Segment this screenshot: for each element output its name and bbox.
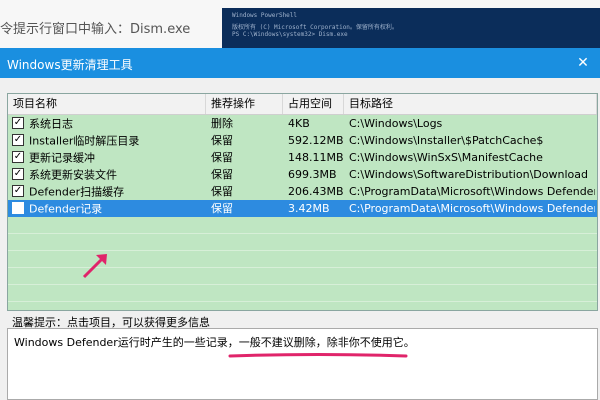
item-size: 148.11MB	[288, 151, 344, 164]
item-size: 592.12MB	[288, 134, 344, 147]
item-action: 保留	[211, 185, 233, 198]
item-name: Defender扫描缓存	[29, 185, 125, 199]
list-item[interactable]: ✓ 系统日志 删除 4KB C:\Windows\Logs	[8, 115, 597, 132]
list-item[interactable]: ✓ Installer临时解压目录 保留 592.12MB C:\Windows\Ins…	[8, 132, 597, 149]
item-name-cell: ✓ Installer临时解压目录	[12, 132, 206, 149]
title-bar[interactable]: Windows更新清理工具 ✕	[0, 48, 600, 78]
column-header-size[interactable]: 占用空间	[283, 94, 344, 114]
hint-text: Windows Defender运行时产生的一些记录，一般不建议删除，除非你不使…	[14, 336, 415, 349]
annotation-underline	[228, 353, 408, 358]
instruction-text: 令提示行窗口中输入：Dism.exe	[0, 22, 191, 37]
item-path: C:\Windows\SoftwareDistribution\Download	[349, 168, 588, 181]
console-line: Windows PowerShell	[232, 12, 298, 19]
window-title: Windows更新清理工具	[7, 58, 133, 72]
item-path: C:\ProgramData\Microsoft\Windows Defende…	[349, 185, 595, 198]
item-name-cell: ✓ Defender扫描缓存	[12, 183, 206, 200]
item-action: 保留	[211, 134, 233, 147]
list-item[interactable]: ✓ 更新记录缓冲 保留 148.11MB C:\Windows\WinSxS\Manif…	[8, 149, 597, 166]
item-name: Installer临时解压目录	[29, 134, 140, 148]
item-action: 保留	[211, 151, 233, 164]
item-path: C:\ProgramData\Microsoft\Windows Defende…	[349, 202, 595, 215]
checkbox-icon[interactable]	[12, 202, 24, 214]
checkbox-icon[interactable]: ✓	[12, 168, 24, 180]
cleanup-item-list[interactable]: 项目名称 推荐操作 占用空间 目标路径 ✓ 系统日志 删除 4KB C:\Windows…	[7, 93, 598, 311]
item-size: 3.42MB	[288, 202, 330, 215]
column-header-action[interactable]: 推荐操作	[206, 94, 283, 114]
checkbox-icon[interactable]: ✓	[12, 151, 24, 163]
checkbox-icon[interactable]: ✓	[12, 134, 24, 146]
item-name: 系统日志	[29, 117, 73, 131]
item-name-cell: ✓ 系统日志	[12, 115, 206, 132]
hint-box: Windows Defender运行时产生的一些记录，一般不建议删除，除非你不使…	[7, 328, 598, 400]
item-path: C:\Windows\Logs	[349, 117, 443, 130]
close-icon[interactable]: ✕	[566, 48, 600, 78]
item-path: C:\Windows\Installer\$PatchCache$	[349, 134, 544, 147]
list-header: 项目名称 推荐操作 占用空间 目标路径	[8, 94, 597, 115]
cleanup-tool-window: Windows更新清理工具 ✕ 项目名称 推荐操作 占用空间 目标路径 ✓ 系统日…	[0, 48, 600, 400]
background-tutorial: 令提示行窗口中输入：Dism.exe Windows PowerShell 版权…	[0, 0, 600, 48]
item-size: 4KB	[288, 117, 310, 130]
item-size: 206.43MB	[288, 185, 344, 198]
item-name-cell: ✓ 更新记录缓冲	[12, 149, 206, 166]
list-item[interactable]: ✓ Defender扫描缓存 保留 206.43MB C:\ProgramData\Mi…	[8, 183, 597, 200]
column-header-name[interactable]: 项目名称	[8, 94, 206, 114]
item-action: 保留	[211, 168, 233, 181]
item-action: 删除	[211, 117, 233, 130]
list-item[interactable]: Defender记录 保留 3.42MB C:\ProgramData\Microso…	[8, 200, 597, 217]
checkbox-icon[interactable]: ✓	[12, 117, 24, 129]
item-name-cell: ✓ 系统更新安装文件	[12, 166, 206, 183]
column-header-path[interactable]: 目标路径	[344, 94, 597, 114]
item-name: 更新记录缓冲	[29, 151, 95, 165]
console-window: Windows PowerShell 版权所有 (C) Microsoft Co…	[222, 8, 600, 48]
console-line: 版权所有 (C) Microsoft Corporation。保留所有权利。	[232, 24, 398, 31]
item-action: 保留	[211, 202, 233, 215]
checkbox-icon[interactable]: ✓	[12, 185, 24, 197]
list-item[interactable]: ✓ 系统更新安装文件 保留 699.3MB C:\Windows\SoftwareDis…	[8, 166, 597, 183]
list-rows: ✓ 系统日志 删除 4KB C:\Windows\Logs ✓ Installer临时解压目…	[8, 115, 597, 217]
empty-list-area	[8, 217, 597, 310]
item-size: 699.3MB	[288, 168, 337, 181]
item-name: Defender记录	[29, 202, 103, 216]
console-line: PS C:\Windows\system32> Dism.exe	[232, 31, 348, 38]
item-path: C:\Windows\WinSxS\ManifestCache	[349, 151, 543, 164]
item-name: 系统更新安装文件	[29, 168, 117, 182]
item-name-cell: Defender记录	[12, 200, 206, 217]
